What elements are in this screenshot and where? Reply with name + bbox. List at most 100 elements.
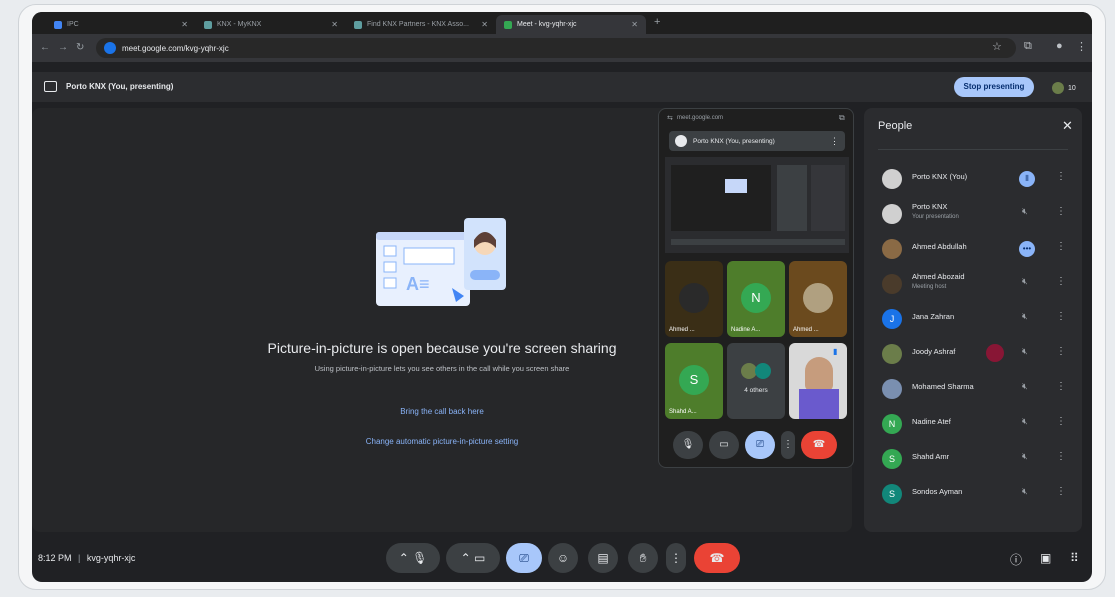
captions-button[interactable]: ▤ [588, 543, 618, 573]
people-panel: People ✕ Porto KNX (You) ⦀ ⋮ Porto KNX Y… [864, 108, 1082, 532]
end-call-button[interactable]: ☎︎ [694, 543, 740, 573]
camera-button[interactable]: ▭ [709, 431, 739, 459]
address-bar[interactable]: meet.google.com/kvg-yqhr-xjc [96, 38, 1016, 58]
tile-name: Ahmed ... [669, 327, 695, 333]
avatar-stack-icon [1052, 82, 1064, 94]
participant-role: Meeting host [912, 284, 947, 290]
more-options-icon[interactable]: ⋮ [1056, 346, 1066, 357]
bring-call-back-link[interactable]: Bring the call back here [400, 407, 484, 416]
mic-button[interactable]: ⌃ 🎙︎ [386, 543, 440, 573]
menu-icon[interactable]: ⋮ [1076, 40, 1087, 53]
url-text: meet.google.com/kvg-yqhr-xjc [122, 43, 229, 53]
present-button[interactable]: ⎚ [745, 431, 775, 459]
meeting-info-separator: | [78, 553, 81, 563]
tile-name: Shahd A... [669, 409, 697, 415]
forward-icon[interactable]: → [58, 42, 68, 53]
meeting-details-icon[interactable]: ⓘ [1010, 551, 1022, 568]
pip-back-to-tab-icon[interactable]: ⧉ [839, 113, 845, 123]
pip-controls: 🎙︎ ▭ ⎚ ⋮ ☎︎ [667, 431, 847, 461]
participant-name: Ahmed Abdullah [912, 242, 967, 251]
avatar: S [679, 365, 709, 395]
mic-off-icon: 🔇︎ [1022, 311, 1028, 321]
reload-icon[interactable]: ↻ [76, 42, 84, 53]
pip-presenter-header: Porto KNX (You, presenting) ⋮ [669, 131, 845, 151]
mic-button[interactable]: 🎙︎ [673, 431, 703, 459]
participant-row[interactable]: Porto KNX Your presentation 🔇︎ ⋮ [872, 197, 1076, 231]
more-options-icon[interactable]: ⋮ [1056, 276, 1066, 287]
mic-active-icon: ••• [1019, 241, 1035, 257]
participant-row[interactable]: S Sondos Ayman 🔇︎ ⋮ [872, 477, 1076, 511]
participant-tile[interactable]: Ahmed ... [789, 261, 847, 337]
more-options-icon[interactable]: ⋮ [1056, 486, 1066, 497]
participant-count-value: 10 [1068, 84, 1076, 92]
tab-label: Meet - kvg-yqhr-xjc [517, 21, 577, 28]
participant-count[interactable]: 10 [1052, 82, 1076, 94]
participant-name: Ahmed Abozaid [912, 272, 965, 281]
more-options-button[interactable]: ⋮ [666, 543, 686, 573]
extensions-icon[interactable]: ⧉ [1024, 40, 1032, 53]
presenting-title: Porto KNX (You, presenting) [66, 82, 174, 91]
back-icon[interactable]: ← [40, 42, 50, 53]
tab-knx-partners[interactable]: Find KNX Partners - KNX Asso... ✕ [346, 15, 496, 34]
mic-off-icon: 🔇︎ [1022, 451, 1028, 461]
activities-icon[interactable]: ⠿ [1070, 551, 1079, 565]
camera-button[interactable]: ⌃ ▭ [446, 543, 500, 573]
profile-icon[interactable]: ● [1056, 40, 1063, 52]
mic-off-icon: 🔇︎ [1022, 486, 1028, 496]
avatar [882, 379, 902, 399]
emoji-reaction-button[interactable]: ☺ [548, 543, 578, 573]
stop-presenting-button[interactable]: Stop presenting [954, 77, 1034, 97]
more-options-button[interactable]: ⋮ [781, 431, 795, 459]
avatar [882, 344, 902, 364]
tab-myknx[interactable]: KNX - MyKNX ✕ [196, 15, 346, 34]
pip-setting-link[interactable]: Change automatic picture-in-picture sett… [366, 437, 519, 446]
pip-window[interactable]: ⇆ meet.google.com ⧉ Porto KNX (You, pres… [658, 108, 854, 468]
present-screen-icon [44, 81, 57, 92]
others-tile[interactable]: 4 others [727, 343, 785, 419]
avatar: S [882, 449, 902, 469]
participant-row[interactable]: J Jana Zahran 🔇︎ ⋮ [872, 302, 1076, 336]
more-options-icon[interactable]: ⋮ [1056, 206, 1066, 217]
participant-row[interactable]: Joody Ashraf 🔇︎ ⋮ [872, 337, 1076, 371]
meeting-controls-bar: 8:12 PM | kvg-yqhr-xjc ⌃ 🎙︎ ⌃ ▭ ⎚ ☺ ▤ ✋︎… [32, 540, 1092, 582]
participant-tile[interactable]: Ahmed ... [665, 261, 723, 337]
mic-off-icon: 🔇︎ [1022, 276, 1028, 286]
participant-row[interactable]: N Nadine Atef 🔇︎ ⋮ [872, 407, 1076, 441]
participant-row[interactable]: Ahmed Abdullah ••• ⋮ [872, 232, 1076, 266]
participant-row[interactable]: Ahmed Abozaid Meeting host 🔇︎ ⋮ [872, 267, 1076, 301]
participant-row[interactable]: Porto KNX (You) ⦀ ⋮ [872, 162, 1076, 196]
close-icon[interactable]: ✕ [631, 20, 638, 29]
tab-ipc[interactable]: IPC ✕ [46, 15, 196, 34]
close-icon[interactable]: ✕ [181, 20, 188, 29]
close-icon[interactable]: ✕ [1062, 118, 1073, 134]
more-options-icon[interactable]: ⋮ [1056, 311, 1066, 322]
browser-toolbar: ← → ↻ meet.google.com/kvg-yqhr-xjc ☆ ⧉ ●… [32, 34, 1092, 62]
more-options-icon[interactable]: ⋮ [1056, 416, 1066, 427]
new-tab-icon[interactable]: + [654, 16, 660, 28]
participant-tile[interactable]: S Shahd A... [665, 343, 723, 419]
self-video-tile[interactable]: ▮ [789, 343, 847, 419]
more-options-icon[interactable]: ⋮ [1056, 171, 1066, 182]
presenting-bar: Porto KNX (You, presenting) Stop present… [32, 72, 1092, 102]
participant-row[interactable]: S Shahd Amr 🔇︎ ⋮ [872, 442, 1076, 476]
participant-name: Jana Zahran [912, 312, 955, 321]
more-options-icon[interactable]: ⋮ [1056, 241, 1066, 252]
tab-favicon-icon [204, 20, 212, 29]
shared-screen-preview [665, 157, 849, 253]
site-info-icon[interactable] [104, 42, 116, 54]
present-button[interactable]: ⎚ [506, 543, 542, 573]
more-options-icon[interactable]: ⋮ [1056, 451, 1066, 462]
close-icon[interactable]: ✕ [481, 20, 488, 29]
bookmark-star-icon[interactable]: ☆ [992, 40, 1002, 53]
more-options-icon[interactable]: ⋮ [830, 136, 839, 147]
meet-favicon-icon [504, 20, 512, 29]
participant-tile[interactable]: N Nadine A... [727, 261, 785, 337]
tab-meet[interactable]: Meet - kvg-yqhr-xjc ✕ [496, 15, 646, 34]
more-options-icon[interactable]: ⋮ [1056, 381, 1066, 392]
chat-icon[interactable]: ▣ [1040, 551, 1051, 565]
raise-hand-button[interactable]: ✋︎ [628, 543, 658, 573]
participant-row[interactable]: Mohamed Sharma 🔇︎ ⋮ [872, 372, 1076, 406]
end-call-button[interactable]: ☎︎ [801, 431, 837, 459]
close-icon[interactable]: ✕ [331, 20, 338, 29]
avatar [755, 363, 771, 379]
